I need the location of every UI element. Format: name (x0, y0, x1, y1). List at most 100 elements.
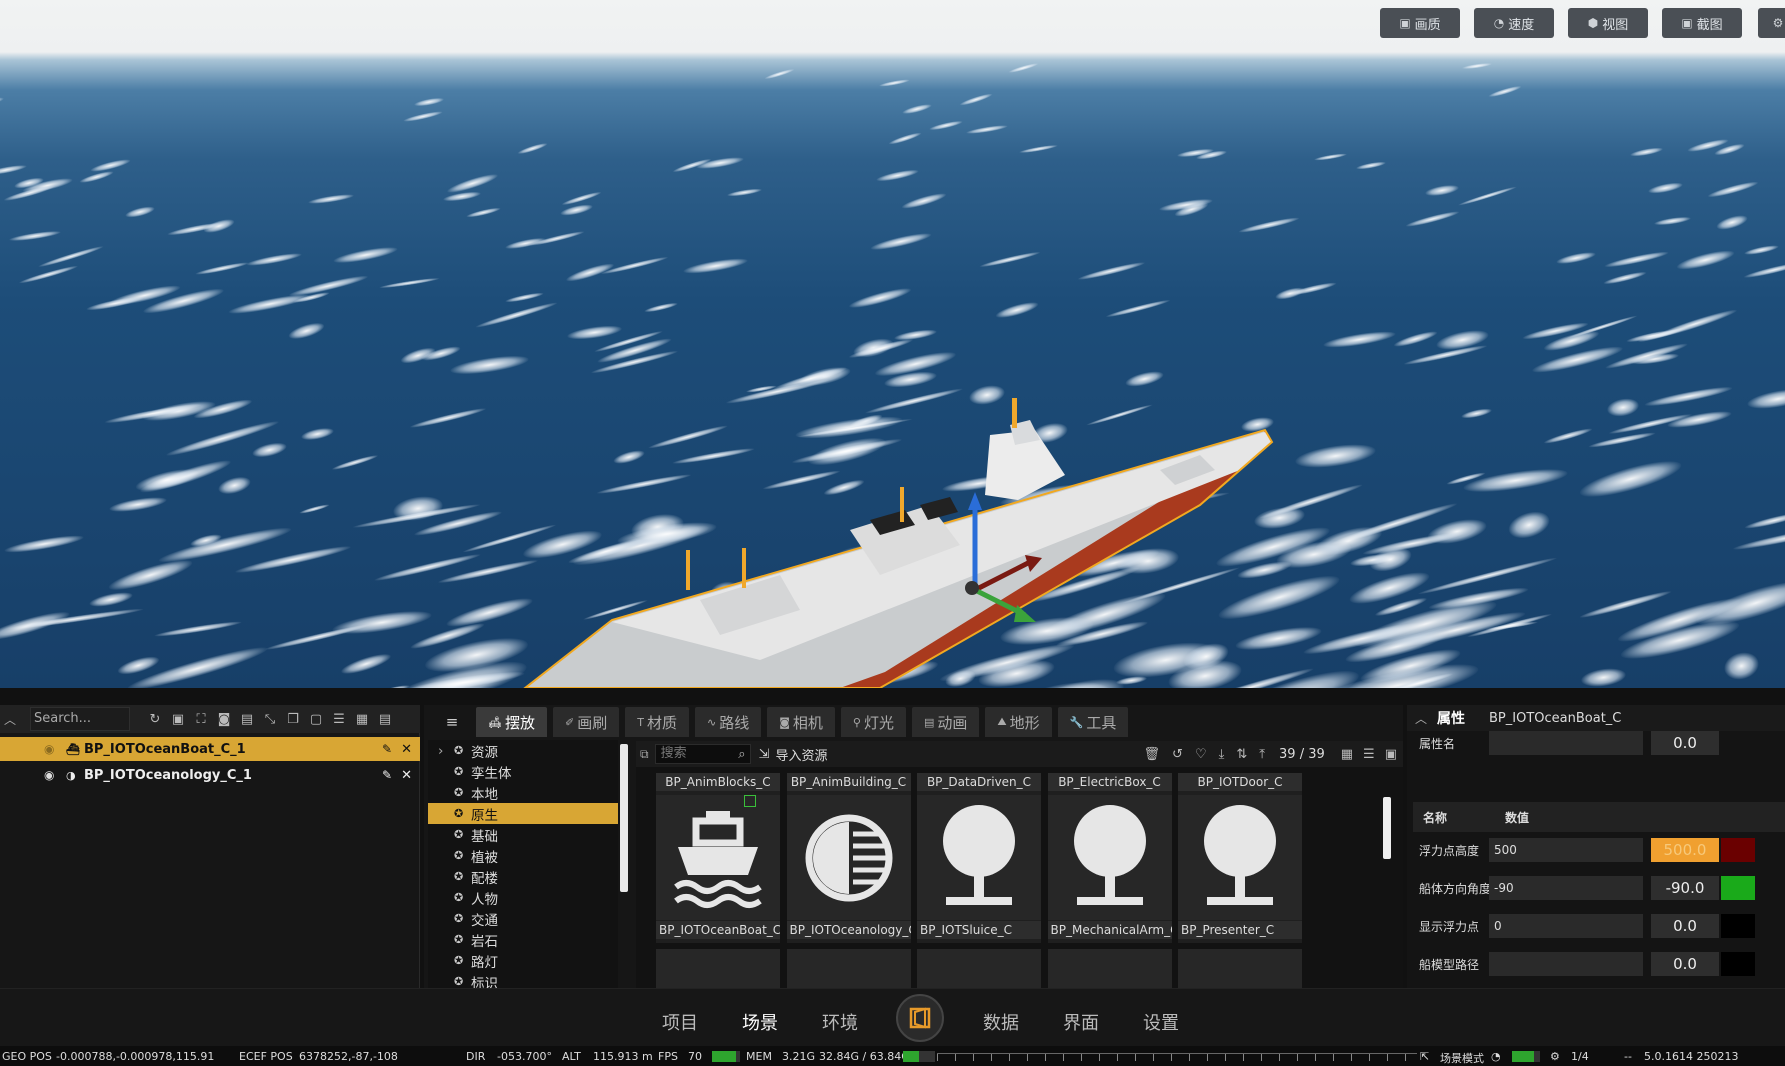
category-item[interactable]: ✪ 孪生体 (428, 761, 618, 782)
thumbnail-view-icon[interactable]: ▣ (1385, 747, 1397, 762)
sort-icon[interactable]: ⇅ (1236, 747, 1247, 762)
property-input[interactable]: 0 (1489, 914, 1643, 938)
category-item[interactable]: ✪ 标识 (428, 971, 618, 988)
category-item[interactable]: ✪ 配楼 (428, 866, 618, 887)
scene-viewport[interactable]: ▣ 画质 ◔ 速度 ⬢ 视图 ▣ 截图 ⚙ (0, 0, 1785, 688)
nav-data[interactable]: 数据 (983, 1009, 1019, 1035)
outliner-item[interactable]: ◉ ◑ BP_IOTOceanology_C_1 ✎ ✕ (0, 763, 420, 787)
asset-scrollbar[interactable] (1383, 797, 1391, 859)
panel-menu-icon[interactable]: ≡ (434, 707, 470, 737)
category-item[interactable]: ✪ 植被 (428, 845, 618, 866)
camera-icon[interactable]: ◙ (214, 709, 234, 729)
asset-card-partial[interactable] (1047, 949, 1172, 988)
category-item[interactable]: ✪ 岩石 (428, 929, 618, 950)
home-logo-button[interactable] (896, 994, 944, 1042)
asset-card[interactable]: BP_ElectricBox_C BP_MechanicalArm_C (1047, 773, 1172, 943)
chart-icon[interactable]: ▦ (352, 709, 372, 729)
property-value[interactable]: 500.0 (1651, 838, 1719, 862)
tab-8[interactable]: 🔧 工具 (1057, 707, 1129, 737)
tree-scrollbar[interactable] (620, 744, 628, 892)
import-assets-button[interactable]: 导入资源 (775, 745, 827, 764)
import-icon[interactable]: ⇲ (759, 747, 770, 762)
nav-settings[interactable]: 设置 (1143, 1009, 1179, 1035)
asset-card[interactable]: BP_DataDriven_C BP_IOTSluice_C (917, 773, 1041, 943)
collapse-icon[interactable]: ︿ (4, 711, 16, 728)
focus-icon[interactable]: ⛶ (191, 709, 211, 729)
collapse-icon[interactable]: ︿ (1415, 710, 1427, 727)
property-input[interactable] (1489, 952, 1643, 976)
favorite-icon[interactable]: ♡ (1195, 747, 1207, 762)
asset-card[interactable]: BP_AnimBuilding_C BP_IOTOceanology_C (786, 773, 911, 943)
category-item[interactable]: ✪ 原生 (428, 803, 618, 824)
tab-7[interactable]: ⛰ 地形 (985, 707, 1052, 737)
asset-card[interactable]: BP_AnimBlocks_C BP_IOTOceanBoat_C (656, 773, 780, 943)
asset-search-input[interactable]: 搜索 ⌕ (654, 744, 751, 764)
asset-card-partial[interactable] (1178, 949, 1302, 988)
category-item[interactable]: › ✪ 资源 (428, 740, 618, 761)
toolbar-button-speedometer[interactable]: ◔ 速度 (1474, 8, 1554, 38)
settings-icon[interactable]: ⚙ (1550, 1050, 1560, 1063)
toolbar-button-cube[interactable]: ⬢ 视图 (1568, 8, 1648, 38)
sort-down-icon[interactable]: ⤓ (1219, 747, 1225, 762)
nav-scene[interactable]: 场景 (742, 1009, 778, 1035)
category-item[interactable]: ✪ 基础 (428, 824, 618, 845)
details-icon[interactable]: ▤ (375, 709, 395, 729)
toolbar-button-screenshot[interactable]: ▣ 截图 (1662, 8, 1742, 38)
select-icon[interactable]: ▣ (168, 709, 188, 729)
nav-environment[interactable]: 环境 (822, 1009, 858, 1035)
close-icon[interactable]: ✕ (401, 768, 412, 783)
list-view-icon[interactable]: ☰ (1363, 747, 1375, 762)
tab-1[interactable]: ✐ 画刷 (552, 707, 620, 737)
filter-icon[interactable]: ⧉ (640, 747, 649, 762)
toolbar-button-image[interactable]: ▣ 画质 (1380, 8, 1460, 38)
destroyer-ship[interactable] (0, 0, 1785, 688)
select-checkbox[interactable] (744, 795, 756, 807)
refresh-icon[interactable]: ↻ (145, 709, 165, 729)
edit-icon[interactable]: ✎ (382, 742, 392, 756)
category-item[interactable]: ✪ 路灯 (428, 950, 618, 971)
nav-project[interactable]: 项目 (662, 1009, 698, 1035)
undo-icon[interactable]: ↺ (1172, 747, 1183, 762)
tab-4[interactable]: ◙ 相机 (767, 707, 835, 737)
property-input[interactable]: -90 (1489, 876, 1643, 900)
visibility-eye-icon[interactable]: ◉ (44, 768, 58, 782)
color-swatch[interactable] (1721, 914, 1755, 938)
property-input[interactable] (1489, 731, 1643, 755)
property-value[interactable]: -90.0 (1651, 876, 1719, 900)
category-item[interactable]: ✪ 交通 (428, 908, 618, 929)
category-item[interactable]: ✪ 本地 (428, 782, 618, 803)
visibility-eye-icon[interactable]: ◉ (44, 742, 58, 756)
collapse-all-icon[interactable]: ⤡ (260, 709, 280, 729)
property-value[interactable]: 0.0 (1651, 952, 1719, 976)
outliner-item[interactable]: ◉ ⛴ BP_IOTOceanBoat_C_1 ✎ ✕ (0, 737, 420, 761)
asset-card-partial[interactable] (786, 949, 911, 988)
property-value[interactable]: 0.0 (1651, 914, 1719, 938)
asset-card-partial[interactable] (917, 949, 1041, 988)
color-swatch[interactable] (1721, 952, 1755, 976)
outliner-search-input[interactable]: Search... (30, 707, 130, 731)
edit-icon[interactable]: ✎ (382, 768, 392, 782)
asset-card[interactable]: BP_IOTDoor_C BP_Presenter_C (1178, 773, 1302, 943)
color-swatch[interactable] (1721, 838, 1755, 862)
close-icon[interactable]: ✕ (401, 742, 412, 757)
frame-icon[interactable]: ▢ (306, 709, 326, 729)
color-swatch[interactable] (1721, 876, 1755, 900)
delete-icon[interactable]: 🗑 (1144, 747, 1161, 762)
asset-card-partial[interactable] (656, 949, 780, 988)
copy-icon[interactable]: ❐ (283, 709, 303, 729)
tab-5[interactable]: ⚲ 灯光 (840, 707, 906, 737)
sort-up-icon[interactable]: ⤒ (1259, 747, 1265, 762)
list-icon[interactable]: ☰ (329, 709, 349, 729)
property-input[interactable]: 500 (1489, 838, 1643, 862)
tab-3[interactable]: ∿ 路线 (694, 707, 762, 737)
tab-6[interactable]: ▤ 动画 (911, 707, 980, 737)
category-item[interactable]: ✪ 人物 (428, 887, 618, 908)
nav-interface[interactable]: 界面 (1063, 1009, 1099, 1035)
timeline-ruler[interactable] (937, 1053, 1417, 1061)
grid-view-icon[interactable]: ▦ (1341, 747, 1353, 762)
settings-button[interactable]: ⚙ (1758, 8, 1785, 38)
film-icon[interactable]: ▤ (237, 709, 257, 729)
tab-0[interactable]: 🛋 摆放 (476, 707, 547, 737)
tab-2[interactable]: T 材质 (625, 707, 689, 737)
expand-arrow-icon[interactable]: › (438, 743, 443, 759)
